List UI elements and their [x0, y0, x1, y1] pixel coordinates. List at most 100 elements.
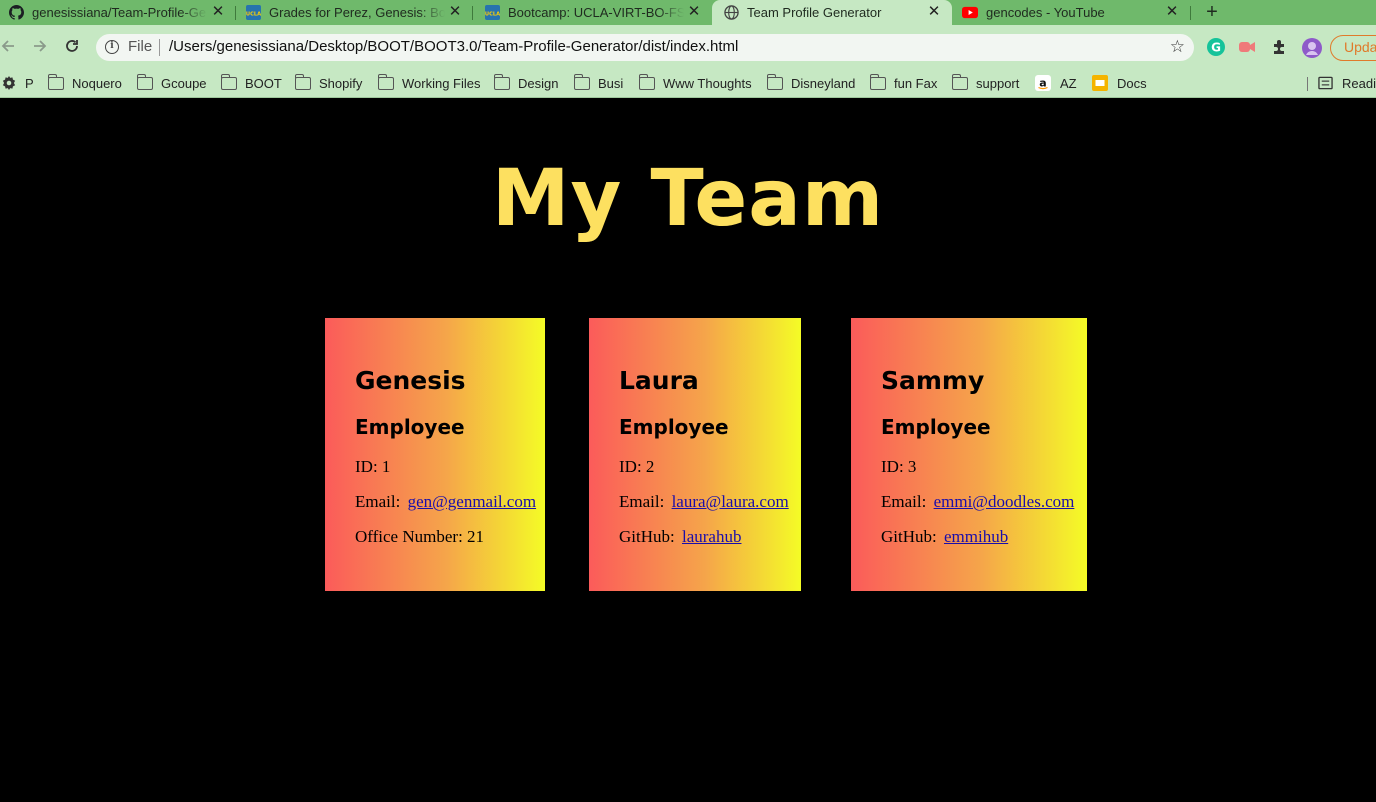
screen-recorder-icon[interactable] — [1237, 37, 1257, 57]
email-link[interactable]: gen@genmail.com — [408, 492, 536, 511]
close-tab-icon[interactable]: ✕ — [1164, 4, 1180, 20]
tab-strip: genesissiana/Team-Profile-Generator ✕ UC… — [0, 0, 1376, 25]
profile-avatar-icon[interactable] — [1301, 37, 1322, 58]
bookmark-label: Docs — [1117, 75, 1147, 91]
bookmark-label: P — [25, 75, 34, 91]
svg-text:G: G — [1211, 41, 1221, 55]
close-tab-icon[interactable]: ✕ — [926, 4, 942, 20]
svg-text:UCLA: UCLA — [246, 11, 261, 17]
bookmark-label: Gcoupe — [161, 75, 207, 91]
reading-list-button[interactable]: Reading list — [1318, 73, 1376, 93]
bookmark-folder[interactable]: Disneyland — [766, 73, 856, 93]
bookmark-label: Noquero — [72, 75, 122, 91]
update-button[interactable]: Update — [1330, 35, 1376, 61]
github-link[interactable]: emmihub — [944, 527, 1008, 546]
bookmark-label: Working Files — [402, 75, 481, 91]
employee-github-row: GitHub: laurahub — [619, 527, 801, 547]
folder-icon — [951, 73, 968, 90]
bookmark-folder[interactable]: Design — [493, 73, 559, 93]
folder-icon — [377, 73, 394, 90]
address-bar[interactable]: i File /Users/genesissiana/Desktop/BOOT/… — [96, 34, 1194, 61]
amazon-icon: a — [1035, 75, 1051, 91]
bookmark-folder[interactable]: Shopify — [294, 73, 363, 93]
bookmark-az[interactable]: a AZ — [1035, 73, 1077, 93]
employee-github-row: GitHub: emmihub — [881, 527, 1087, 547]
bookmarks-separator — [1307, 77, 1308, 91]
folder-icon — [869, 73, 886, 90]
employee-role: Employee — [619, 415, 729, 439]
folder-icon — [493, 73, 510, 90]
tab-title: Grades for Perez, Genesis: Bootcamp — [269, 5, 445, 20]
tab-separator — [1190, 6, 1191, 20]
reading-list-icon — [1318, 76, 1333, 90]
tab-grades[interactable]: UCLA Grades for Perez, Genesis: Bootcamp… — [245, 0, 473, 25]
svg-text:a: a — [1039, 77, 1046, 90]
employee-card: Laura Employee ID: 2 Email: laura@laura.… — [589, 318, 801, 591]
bookmark-folder[interactable]: support — [951, 73, 1020, 93]
folder-icon — [220, 73, 237, 90]
office-number: Office Number: 21 — [355, 527, 485, 546]
bookmark-docs[interactable]: Docs — [1092, 73, 1147, 93]
folder-icon — [766, 73, 783, 90]
bookmark-label: Design — [518, 75, 559, 91]
close-tab-icon[interactable]: ✕ — [686, 4, 702, 20]
bookmark-label: support — [976, 75, 1020, 91]
bookmark-label: fun Fax — [894, 75, 938, 91]
close-tab-icon[interactable]: ✕ — [447, 4, 463, 20]
bookmark-folder[interactable]: Busi — [573, 73, 624, 93]
employee-card: Genesis Employee ID: 1 Email: gen@genmai… — [325, 318, 545, 591]
bookmark-label: Www Thoughts — [663, 75, 752, 91]
tab-title: gencodes - YouTube — [986, 5, 1105, 20]
bookmark-label: AZ — [1060, 75, 1077, 91]
bookmark-star-icon[interactable]: ☆ — [1170, 37, 1185, 57]
email-link[interactable]: laura@laura.com — [672, 492, 789, 511]
github-link[interactable]: laurahub — [682, 527, 741, 546]
page-content: My Team Genesis Employee ID: 1 Email: ge… — [0, 98, 1376, 802]
globe-icon — [723, 5, 739, 21]
reload-button[interactable] — [61, 35, 83, 57]
bookmarks-bar: P Noquero Gcoupe BOOT Shopify Working Fi… — [0, 69, 1376, 98]
employee-name: Sammy — [881, 366, 985, 395]
employee-email-row: Email: emmi@doodles.com — [881, 492, 1087, 512]
employee-id: ID: 2 — [619, 457, 655, 476]
bookmark-folder[interactable]: Www Thoughts — [638, 73, 752, 93]
bookmark-folder[interactable]: Noquero — [47, 73, 122, 93]
email-link[interactable]: emmi@doodles.com — [934, 492, 1075, 511]
forward-button[interactable] — [29, 35, 51, 57]
bookmark-label: Disneyland — [791, 75, 856, 91]
url-text[interactable]: /Users/genesissiana/Desktop/BOOT/BOOT3.0… — [169, 38, 738, 55]
bookmark-folder[interactable]: Gcoupe — [136, 73, 207, 93]
extensions-icon[interactable] — [1270, 37, 1290, 57]
reload-icon — [66, 40, 78, 52]
reading-list-label: Reading list — [1342, 75, 1376, 91]
new-tab-button[interactable]: + — [1202, 2, 1222, 22]
ucla-icon: UCLA — [484, 5, 500, 21]
ucla-icon: UCLA — [245, 5, 261, 21]
browser-toolbar: i File /Users/genesissiana/Desktop/BOOT/… — [0, 25, 1376, 69]
bookmark-folder[interactable]: fun Fax — [869, 73, 938, 93]
tab-github[interactable]: genesissiana/Team-Profile-Generator ✕ — [8, 0, 236, 25]
github-label: GitHub: — [881, 527, 937, 546]
bookmark-label: Shopify — [319, 75, 363, 91]
employee-role: Employee — [881, 415, 991, 439]
youtube-icon — [962, 5, 978, 21]
employee-id: ID: 3 — [881, 457, 917, 476]
github-label: GitHub: — [619, 527, 675, 546]
bookmark-folder[interactable]: Working Files — [377, 73, 481, 93]
close-tab-icon[interactable]: ✕ — [210, 4, 226, 20]
tab-bootcamp[interactable]: UCLA Bootcamp: UCLA-VIRT-BO-FSF ✕ — [484, 0, 712, 25]
grammarly-icon[interactable]: G — [1206, 37, 1226, 57]
tab-youtube[interactable]: gencodes - YouTube ✕ — [962, 0, 1190, 25]
bookmark-label: BOOT — [245, 75, 282, 91]
tab-title: genesissiana/Team-Profile-Generator — [32, 5, 207, 20]
employee-card: Sammy Employee ID: 3 Email: emmi@doodles… — [851, 318, 1087, 591]
url-scheme: File — [128, 38, 153, 55]
svg-text:UCLA: UCLA — [485, 11, 500, 17]
bookmark-p[interactable]: P — [2, 73, 34, 93]
info-icon[interactable]: i — [105, 40, 119, 54]
employee-name: Genesis — [355, 366, 466, 395]
tab-team-profile-generator[interactable]: Team Profile Generator ✕ — [712, 0, 952, 25]
back-button[interactable] — [0, 35, 19, 57]
bookmark-label: Busi — [598, 75, 624, 91]
bookmark-folder[interactable]: BOOT — [220, 73, 282, 93]
